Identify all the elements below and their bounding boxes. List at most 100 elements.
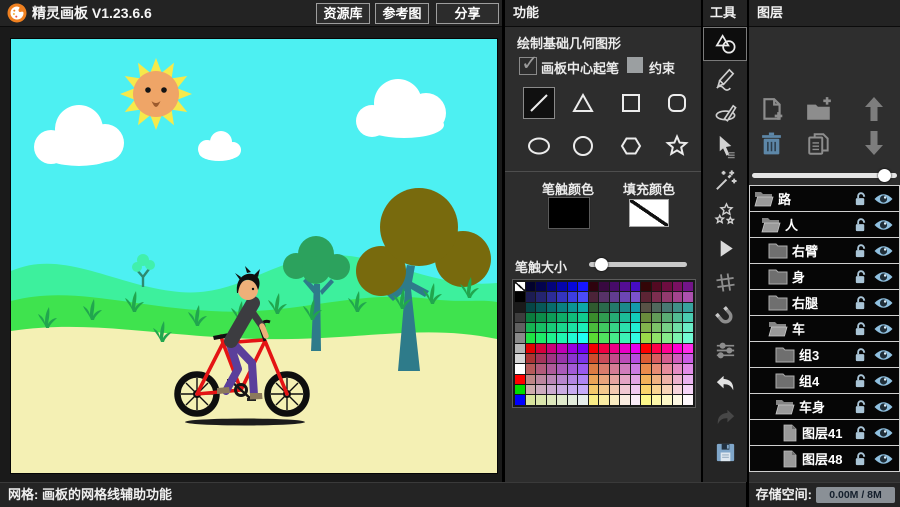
palette-cell[interactable] xyxy=(536,364,546,373)
palette-cell[interactable] xyxy=(589,333,599,342)
shape-ellipse-button[interactable] xyxy=(523,130,555,162)
palette-cell[interactable] xyxy=(515,344,525,353)
palette-cell[interactable] xyxy=(662,354,672,363)
palette-cell[interactable] xyxy=(673,303,683,312)
palette-cell[interactable] xyxy=(578,333,588,342)
palette-cell[interactable] xyxy=(683,303,693,312)
palette-cell[interactable] xyxy=(557,375,567,384)
layer-visibility-toggle[interactable] xyxy=(873,296,894,310)
layer-row[interactable]: 组3 xyxy=(749,341,900,368)
palette-cell[interactable] xyxy=(578,354,588,363)
palette-cell[interactable] xyxy=(641,313,651,322)
palette-cell[interactable] xyxy=(631,323,641,332)
shape-circle-button[interactable] xyxy=(567,130,599,162)
palette-cell[interactable] xyxy=(631,375,641,384)
palette-cell[interactable] xyxy=(547,333,557,342)
palette-cell[interactable] xyxy=(526,282,536,291)
constrain-checkbox[interactable] xyxy=(627,57,643,73)
palette-cell[interactable] xyxy=(631,303,641,312)
palette-cell[interactable] xyxy=(557,344,567,353)
palette-cell[interactable] xyxy=(620,333,630,342)
adjust-sliders-tool[interactable] xyxy=(703,333,747,367)
palette-cell[interactable] xyxy=(683,385,693,394)
layer-row[interactable]: 图层48 xyxy=(749,445,900,472)
palette-cell[interactable] xyxy=(557,282,567,291)
palette-cell[interactable] xyxy=(578,385,588,394)
palette-cell[interactable] xyxy=(610,323,620,332)
layer-lock-toggle[interactable] xyxy=(853,373,868,389)
palette-cell[interactable] xyxy=(673,354,683,363)
palette-cell[interactable] xyxy=(662,303,672,312)
palette-cell[interactable] xyxy=(578,364,588,373)
palette-cell[interactable] xyxy=(610,344,620,353)
palette-cell[interactable] xyxy=(536,292,546,301)
palette-cell[interactable] xyxy=(547,323,557,332)
palette-cell[interactable] xyxy=(620,375,630,384)
palette-cell[interactable] xyxy=(568,323,578,332)
layer-visibility-toggle[interactable] xyxy=(873,452,894,466)
palette-cell[interactable] xyxy=(568,375,578,384)
palette-cell[interactable] xyxy=(683,395,693,404)
palette-cell[interactable] xyxy=(683,344,693,353)
palette-cell[interactable] xyxy=(578,313,588,322)
grid-tool[interactable] xyxy=(703,265,747,299)
palette-cell[interactable] xyxy=(610,375,620,384)
slider-thumb[interactable] xyxy=(595,258,608,271)
layer-visibility-toggle[interactable] xyxy=(873,192,894,206)
palette-cell[interactable] xyxy=(599,282,609,291)
palette-cell[interactable] xyxy=(652,375,662,384)
palette-cell[interactable] xyxy=(589,364,599,373)
palette-cell[interactable] xyxy=(568,303,578,312)
palette-cell[interactable] xyxy=(557,303,567,312)
layer-row[interactable]: 组4 xyxy=(749,367,900,394)
stars-tool[interactable] xyxy=(703,197,747,231)
palette-cell[interactable] xyxy=(652,282,662,291)
palette-cell[interactable] xyxy=(673,364,683,373)
move-layer-up-button[interactable] xyxy=(862,95,886,128)
layer-row[interactable]: 人 xyxy=(749,211,900,238)
palette-cell[interactable] xyxy=(547,344,557,353)
palette-cell[interactable] xyxy=(536,303,546,312)
layer-row[interactable]: 车 xyxy=(749,315,900,342)
layer-row[interactable]: 路 xyxy=(749,185,900,212)
palette-cell[interactable] xyxy=(536,282,546,291)
palette-cell[interactable] xyxy=(673,395,683,404)
undo-tool[interactable] xyxy=(703,367,747,401)
palette-cell[interactable] xyxy=(662,344,672,353)
layer-visibility-toggle[interactable] xyxy=(873,348,894,362)
palette-cell[interactable] xyxy=(662,364,672,373)
new-folder-button[interactable] xyxy=(805,97,833,128)
palette-cell[interactable] xyxy=(599,303,609,312)
layer-lock-toggle[interactable] xyxy=(853,243,868,259)
palette-cell[interactable] xyxy=(599,375,609,384)
palette-cell[interactable] xyxy=(652,323,662,332)
layer-lock-toggle[interactable] xyxy=(853,347,868,363)
palette-cell[interactable] xyxy=(526,333,536,342)
palette-cell[interactable] xyxy=(515,395,525,404)
layer-row[interactable]: 右腿 xyxy=(749,289,900,316)
palette-cell[interactable] xyxy=(641,354,651,363)
palette-cell[interactable] xyxy=(536,323,546,332)
palette-cell[interactable] xyxy=(515,364,525,373)
palette-cell[interactable] xyxy=(673,323,683,332)
palette-cell[interactable] xyxy=(683,292,693,301)
palette-cell[interactable] xyxy=(578,323,588,332)
palette-cell[interactable] xyxy=(557,395,567,404)
magnet-tool[interactable] xyxy=(703,299,747,333)
shape-line-button[interactable] xyxy=(523,87,555,119)
palette-cell[interactable] xyxy=(620,354,630,363)
palette-cell[interactable] xyxy=(526,303,536,312)
palette-cell[interactable] xyxy=(589,313,599,322)
palette-cell[interactable] xyxy=(610,364,620,373)
layer-row[interactable]: 车身 xyxy=(749,393,900,420)
play-tool[interactable] xyxy=(703,231,747,265)
palette-cell[interactable] xyxy=(620,364,630,373)
palette-cell[interactable] xyxy=(662,292,672,301)
palette-cell[interactable] xyxy=(536,313,546,322)
drawing-canvas[interactable] xyxy=(10,38,498,474)
palette-cell[interactable] xyxy=(599,385,609,394)
palette-cell[interactable] xyxy=(631,344,641,353)
palette-cell[interactable] xyxy=(683,333,693,342)
layer-lock-toggle[interactable] xyxy=(853,321,868,337)
layer-visibility-toggle[interactable] xyxy=(873,218,894,232)
